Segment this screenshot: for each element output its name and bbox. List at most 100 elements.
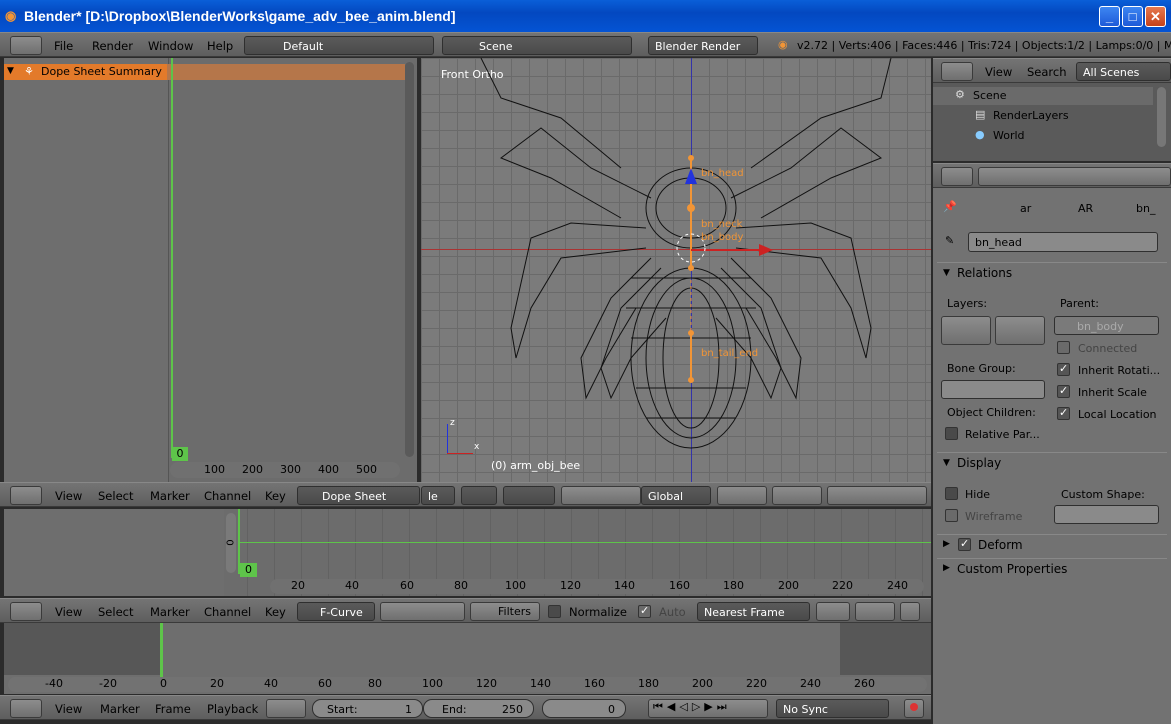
record-button[interactable]: [904, 699, 924, 718]
menu-render[interactable]: Render: [92, 39, 133, 53]
menu-select[interactable]: Select: [98, 605, 133, 619]
menu-channel[interactable]: Channel: [204, 489, 251, 503]
normalize-checkbox[interactable]: [548, 605, 561, 618]
sync-selector[interactable]: No Sync: [776, 699, 889, 718]
menu-marker[interactable]: Marker: [150, 489, 190, 503]
menu-view[interactable]: View: [985, 65, 1012, 79]
editor-type-icon[interactable]: [941, 167, 973, 186]
manipulator-toggle[interactable]: [561, 486, 641, 505]
blender-logo-icon: ◉: [5, 8, 17, 23]
properties-panel: 📌 ar AR bn_ ✎ bn_head Relations ▼ Layers…: [933, 188, 1171, 594]
bone-group-field[interactable]: [941, 380, 1045, 399]
menu-marker[interactable]: Marker: [150, 605, 190, 619]
orientation-selector[interactable]: Global: [641, 486, 711, 505]
graph-editor-area[interactable]: 0 0 20 40 60 80 100 120 140 160 180 200 …: [4, 509, 931, 596]
playback-controls[interactable]: ⏮◀◁▷▶⏭: [648, 699, 768, 718]
preview-range-buttons[interactable]: [266, 699, 306, 718]
editor-type-icon[interactable]: [941, 62, 973, 81]
collapse-arrow-icon[interactable]: ▼: [943, 458, 950, 468]
copy-paste-buttons[interactable]: [855, 602, 895, 621]
menu-marker[interactable]: Marker: [100, 702, 140, 716]
menu-select[interactable]: Select: [98, 489, 133, 503]
parent-field[interactable]: bn_body: [1054, 316, 1159, 335]
layout-selector[interactable]: Default: [244, 36, 434, 55]
close-button[interactable]: ✕: [1145, 6, 1166, 27]
graph-ruler: 20 40 60 80 100 120 140 160 180 200 220 …: [270, 579, 924, 594]
outliner-filter-selector[interactable]: All Scenes: [1076, 62, 1171, 81]
dopesheet-scrollbar-v[interactable]: [405, 62, 414, 457]
custom-shape-field[interactable]: [1054, 505, 1159, 524]
outliner-item-scene[interactable]: Scene: [973, 89, 1007, 102]
menu-view[interactable]: View: [55, 489, 82, 503]
snap-toggle[interactable]: [827, 486, 927, 505]
minimize-button[interactable]: _: [1099, 6, 1120, 27]
properties-lower-space: [933, 594, 1171, 724]
relative-parent-checkbox[interactable]: [945, 427, 958, 440]
pivot-buttons[interactable]: [816, 602, 850, 621]
menu-search[interactable]: Search: [1027, 65, 1067, 79]
outliner-item-renderlayers[interactable]: RenderLayers: [993, 109, 1069, 122]
hide-checkbox[interactable]: [945, 487, 958, 500]
editor-type-icon[interactable]: [10, 699, 42, 718]
menu-playback[interactable]: Playback: [207, 702, 258, 716]
dopesheet-header: View Select Marker Channel Key Dope Shee…: [0, 482, 421, 507]
graph-tool-buttons[interactable]: [380, 602, 465, 621]
expand-arrow-icon[interactable]: ▶: [943, 563, 950, 573]
end-frame-field[interactable]: End: 250: [423, 699, 534, 718]
menu-view[interactable]: View: [55, 605, 82, 619]
connected-checkbox[interactable]: [1057, 341, 1070, 354]
outliner-item-world[interactable]: World: [993, 129, 1025, 142]
deform-panel-header[interactable]: [937, 534, 1167, 554]
menu-window[interactable]: Window: [148, 39, 193, 53]
expand-arrow-icon[interactable]: ▼: [7, 66, 14, 76]
start-frame-field[interactable]: Start: 1: [312, 699, 423, 718]
menu-key[interactable]: Key: [265, 605, 286, 619]
collapse-arrow-icon[interactable]: ▼: [943, 268, 950, 278]
inherit-scale-checkbox[interactable]: [1057, 384, 1070, 398]
mode-selector[interactable]: le: [421, 486, 455, 505]
inherit-rotation-checkbox[interactable]: [1057, 362, 1070, 376]
relations-title[interactable]: Relations: [957, 266, 1012, 280]
display-title[interactable]: Display: [957, 456, 1001, 470]
outliner-row-scene[interactable]: [933, 87, 1153, 105]
outliner-scrollbar[interactable]: [1157, 87, 1166, 147]
dopesheet-area[interactable]: Dope Sheet Summary ▼ ⚘ 0 100 200 300 400…: [4, 58, 417, 482]
expand-arrow-icon[interactable]: ▶: [943, 539, 950, 549]
editor-type-icon[interactable]: [10, 36, 42, 55]
current-frame-field[interactable]: 0: [542, 699, 626, 718]
deform-title[interactable]: Deform: [978, 538, 1023, 552]
deform-checkbox[interactable]: [958, 537, 971, 551]
bone-name-field[interactable]: bn_head: [968, 232, 1158, 252]
context-tabs[interactable]: [978, 167, 1171, 186]
render-engine-selector[interactable]: Blender Render: [648, 36, 758, 55]
snap-selector[interactable]: Nearest Frame: [697, 602, 810, 621]
pin-icon[interactable]: 📌: [943, 200, 957, 213]
3d-viewport[interactable]: Front Ortho bn_head bn_neck bn_body bn_t…: [421, 58, 931, 482]
layer-buttons-2[interactable]: [772, 486, 822, 505]
wireframe-checkbox[interactable]: [945, 509, 958, 522]
editor-type-icon[interactable]: [10, 486, 42, 505]
graph-mode-selector[interactable]: F-Curve: [297, 602, 375, 621]
shading-selector[interactable]: [461, 486, 497, 505]
pivot-selector[interactable]: [503, 486, 555, 505]
editor-type-icon[interactable]: [10, 602, 42, 621]
filters-button[interactable]: Filters: [470, 602, 540, 621]
menu-view[interactable]: View: [55, 702, 82, 716]
outliner-list[interactable]: Scene RenderLayers World ⚙ ▤ ●: [933, 83, 1171, 161]
bone-layers-grid-2[interactable]: [995, 316, 1045, 345]
menu-key[interactable]: Key: [265, 489, 286, 503]
local-location-checkbox[interactable]: [1057, 406, 1070, 420]
auto-checkbox[interactable]: [638, 604, 651, 618]
menu-help[interactable]: Help: [207, 39, 233, 53]
scene-selector[interactable]: Scene: [442, 36, 632, 55]
menu-channel[interactable]: Channel: [204, 605, 251, 619]
layer-buttons-1[interactable]: [717, 486, 767, 505]
bone-layers-grid-1[interactable]: [941, 316, 991, 345]
timeline-area[interactable]: -40 -20 0 20 40 60 80 100 120 140 160 18…: [4, 623, 931, 694]
custom-properties-title[interactable]: Custom Properties: [957, 562, 1067, 576]
menu-file[interactable]: File: [54, 39, 73, 53]
ghost-button[interactable]: [900, 602, 920, 621]
dopesheet-mode-selector[interactable]: Dope Sheet: [297, 486, 420, 505]
maximize-button[interactable]: □: [1122, 6, 1143, 27]
menu-frame[interactable]: Frame: [155, 702, 191, 716]
